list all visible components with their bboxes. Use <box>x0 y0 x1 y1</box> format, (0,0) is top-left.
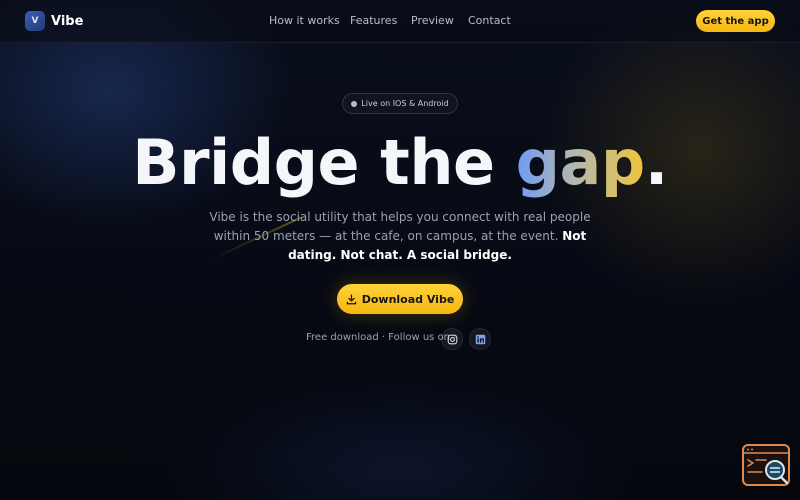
download-vibe-button[interactable]: Download Vibe <box>337 284 463 314</box>
main-nav: How it works Features Preview Contact <box>0 14 800 30</box>
hero-headline: Bridge the gap. <box>0 128 800 198</box>
headline-gradient-word: gap <box>515 126 646 199</box>
nav-preview[interactable]: Preview <box>411 14 454 27</box>
floating-widget[interactable] <box>742 444 790 486</box>
social-follow-text: Free download · Follow us on <box>306 332 451 343</box>
hero-description-text: Vibe is the social utility that helps yo… <box>209 210 591 243</box>
linkedin-button[interactable] <box>469 328 491 350</box>
platform-badge-label: Live on IOS & Android <box>361 99 449 108</box>
status-dot-icon <box>351 100 358 107</box>
headline-plain: Bridge the <box>132 126 516 199</box>
instagram-button[interactable] <box>441 328 463 350</box>
download-vibe-label: Download Vibe <box>361 292 455 306</box>
code-search-icon <box>744 448 789 485</box>
nav-contact[interactable]: Contact <box>468 14 511 27</box>
get-the-app-button[interactable]: Get the app <box>696 10 775 32</box>
download-icon <box>346 293 356 304</box>
platform-badge: Live on IOS & Android <box>342 93 458 114</box>
nav-how-it-works[interactable]: How it works <box>269 14 340 27</box>
site-header: V Vibe How it works Features Preview Con… <box>0 0 800 43</box>
linkedin-icon <box>475 334 485 344</box>
nav-features[interactable]: Features <box>350 14 397 27</box>
instagram-icon <box>447 334 457 344</box>
headline-period: . <box>644 126 669 199</box>
